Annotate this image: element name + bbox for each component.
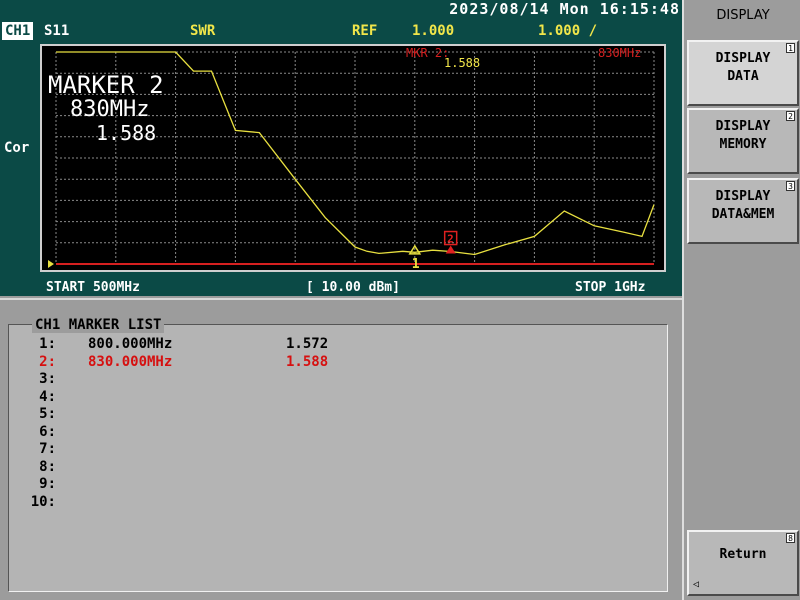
display-data-mem-button[interactable]: DISPLAY DATA&MEM 3 <box>687 178 799 244</box>
display-data-button[interactable]: DISPLAY DATA 1 <box>687 40 799 106</box>
marker-list-panel: CH1 MARKER LIST 1: 800.000MHz 1.572 2: 830.0… <box>0 298 682 600</box>
sweep-info-row: START 500MHz [ 10.00 dBm] STOP 1GHz <box>0 280 682 296</box>
start-frequency: START 500MHz <box>46 280 140 295</box>
datetime-readout: 2023/08/14 Mon 16:15:48 <box>449 0 680 18</box>
scale-value: 1.000 / <box>538 23 598 39</box>
channel-status-row: CH1 S11 SWR REF 1.000 1.000 / <box>0 22 682 42</box>
active-marker-value: 1.588 <box>96 121 157 145</box>
trace-plot: 1 2 MKR 2: 1.588 830MHz MARKER 2 830MHz 1… <box>40 44 666 272</box>
display-data-label: DISPLAY DATA <box>715 51 771 84</box>
display-data-mem-label: DISPLAY DATA&MEM <box>711 189 775 222</box>
active-marker-freq: 830MHz <box>70 97 150 122</box>
marker-list-index: 7: <box>39 441 56 457</box>
marker-list-title: CH1 MARKER LIST <box>32 317 165 333</box>
s-parameter-label: S11 <box>44 23 70 39</box>
return-button[interactable]: Return 8 ◁ <box>687 530 799 596</box>
power-level: [ 10.00 dBm] <box>306 280 400 295</box>
marker-list-index: 8: <box>39 458 56 475</box>
marker-2-triangle <box>445 245 456 254</box>
marker-list-freq: 830.000MHz <box>88 353 173 370</box>
marker-list-index: 9: <box>39 476 56 492</box>
active-marker-readout: MARKER 2 830MHz 1.588 <box>48 72 164 144</box>
ref-label: REF <box>352 23 378 39</box>
softkey-panel: DISPLAY DISPLAY DATA 1 DISPLAY MEMORY 2 … <box>682 0 800 600</box>
marker-list-value: 1.588 <box>286 353 329 370</box>
softkey-number-8: 8 <box>786 533 795 543</box>
marker-2-tag: 2 <box>447 233 454 246</box>
marker-header-label: MKR 2: <box>406 46 450 60</box>
marker-list-index: 4: <box>39 388 56 405</box>
ref-value: 1.000 <box>412 23 455 39</box>
return-label: Return <box>719 547 767 562</box>
marker-list-index: 3: <box>39 371 56 387</box>
back-arrow-icon: ◁ <box>693 579 700 590</box>
marker-list-freq: 800.000MHz <box>88 336 173 352</box>
stop-frequency: STOP 1GHz <box>575 280 646 295</box>
marker-list-value: 1.572 <box>286 336 329 352</box>
display-memory-button[interactable]: DISPLAY MEMORY 2 <box>687 108 799 174</box>
marker-list-index: 1: <box>39 336 56 352</box>
marker-1-tag: 1 <box>412 257 420 270</box>
channel-label[interactable]: CH1 <box>2 22 34 40</box>
marker-header-value: 1.588 <box>444 56 481 70</box>
active-marker-title: MARKER 2 <box>48 71 164 99</box>
softkey-menu-title: DISPLAY <box>716 8 770 23</box>
marker-list-index: 5: <box>39 406 56 422</box>
reference-pointer-icon <box>48 260 54 268</box>
marker-list-index: 2: <box>39 353 56 370</box>
display-memory-label: DISPLAY MEMORY <box>715 119 771 152</box>
marker-list-index: 10: <box>30 493 56 510</box>
trace-display-area: 2023/08/14 Mon 16:15:48 CH1 S11 SWR REF … <box>0 0 682 296</box>
marker-list-index: 6: <box>39 423 56 440</box>
format-label: SWR <box>190 23 216 39</box>
marker-header-freq: 830MHz <box>598 46 642 60</box>
correction-indicator: Cor <box>4 140 30 156</box>
softkey-number-3: 3 <box>786 181 795 191</box>
softkey-number-1: 1 <box>786 43 795 53</box>
softkey-number-2: 2 <box>786 111 795 121</box>
